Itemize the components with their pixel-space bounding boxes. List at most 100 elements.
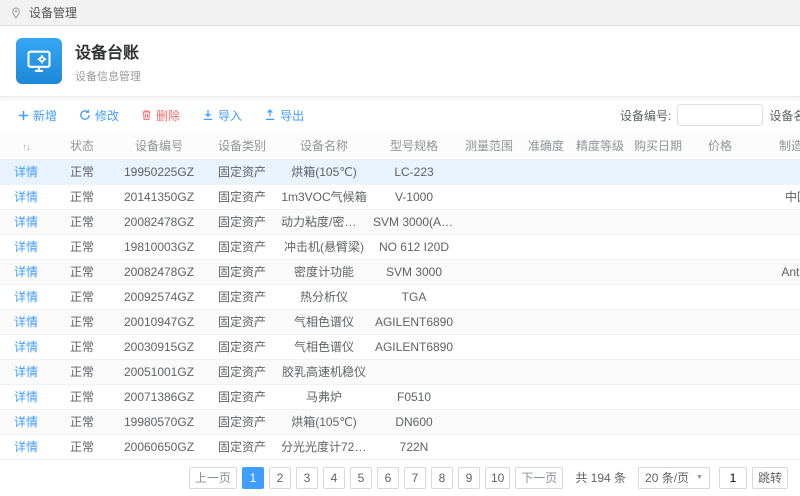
cell-grade xyxy=(572,284,628,309)
cell-manufacturer xyxy=(752,159,800,184)
cell-category: 固定资产 xyxy=(206,434,278,459)
cell-grade xyxy=(572,209,628,234)
cell-model: SVM 3000(ANTO... xyxy=(370,209,458,234)
sort-column-header[interactable]: ↑↓ xyxy=(0,133,52,159)
cell-manufacturer xyxy=(752,359,800,384)
cell-purchase_date xyxy=(628,359,688,384)
device-code-input[interactable] xyxy=(677,104,763,126)
detail-link[interactable]: 详情 xyxy=(14,415,38,429)
sort-icon[interactable]: ↑↓ xyxy=(22,142,30,153)
detail-link[interactable]: 详情 xyxy=(14,190,38,204)
cell-price xyxy=(688,409,752,434)
detail-cell: 详情 xyxy=(0,309,52,334)
column-header-5: 型号规格 xyxy=(370,133,458,159)
page-button-5[interactable]: 5 xyxy=(350,467,372,489)
cell-range xyxy=(458,434,520,459)
refresh-icon xyxy=(79,109,91,121)
cell-manufacturer xyxy=(752,409,800,434)
prev-page-button[interactable]: 上一页 xyxy=(189,467,237,489)
modify-button[interactable]: 修改 xyxy=(79,107,119,124)
cell-status: 正常 xyxy=(52,434,112,459)
page-button-8[interactable]: 8 xyxy=(431,467,453,489)
cell-code: 19810003GZ xyxy=(112,234,206,259)
column-header-4: 设备名称 xyxy=(278,133,370,159)
page-button-9[interactable]: 9 xyxy=(458,467,480,489)
page-title: 设备台账 xyxy=(75,39,141,63)
table-row[interactable]: 详情正常20030915GZ固定资产气相色谱仪AGILENT6890 xyxy=(0,334,800,359)
page-button-7[interactable]: 7 xyxy=(404,467,426,489)
page-subtitle: 设备信息管理 xyxy=(75,68,141,84)
cell-category: 固定资产 xyxy=(206,384,278,409)
cell-code: 20071386GZ xyxy=(112,384,206,409)
jump-page-input[interactable] xyxy=(719,467,747,489)
detail-cell: 详情 xyxy=(0,159,52,184)
cell-accuracy xyxy=(520,434,572,459)
import-button-label: 导入 xyxy=(218,107,242,124)
page-size-select[interactable]: 20 条/页 ▼ xyxy=(638,467,710,489)
cell-model: NO 612 I20D xyxy=(370,234,458,259)
page-button-1[interactable]: 1 xyxy=(242,467,264,489)
cell-range xyxy=(458,159,520,184)
detail-link[interactable]: 详情 xyxy=(14,240,38,254)
page-button-4[interactable]: 4 xyxy=(323,467,345,489)
detail-link[interactable]: 详情 xyxy=(14,265,38,279)
table-row[interactable]: 详情正常20051001GZ固定资产胶乳高速机稳仪 xyxy=(0,359,800,384)
column-header-10: 价格 xyxy=(688,133,752,159)
cell-price xyxy=(688,234,752,259)
cell-status: 正常 xyxy=(52,209,112,234)
delete-button[interactable]: 删除 xyxy=(141,107,180,124)
page-size-value: 20 条/页 xyxy=(645,469,689,486)
detail-cell: 详情 xyxy=(0,259,52,284)
detail-link[interactable]: 详情 xyxy=(14,290,38,304)
detail-link[interactable]: 详情 xyxy=(14,390,38,404)
module-icon xyxy=(16,38,62,84)
table-row[interactable]: 详情正常19980570GZ固定资产烘箱(105℃)DN600 xyxy=(0,409,800,434)
table-row[interactable]: 详情正常20092574GZ固定资产热分析仪TGA xyxy=(0,284,800,309)
cell-manufacturer xyxy=(752,209,800,234)
cell-status: 正常 xyxy=(52,409,112,434)
cell-status: 正常 xyxy=(52,309,112,334)
import-button[interactable]: 导入 xyxy=(202,107,242,124)
cell-accuracy xyxy=(520,284,572,309)
breadcrumb[interactable]: 设备管理 xyxy=(29,4,77,21)
detail-cell: 详情 xyxy=(0,409,52,434)
trash-icon xyxy=(141,109,152,121)
cell-category: 固定资产 xyxy=(206,159,278,184)
table-row[interactable]: 详情正常20141350GZ固定资产1m3VOC气候箱V-1000中国 xyxy=(0,184,800,209)
page-header: 设备台账 设备信息管理 xyxy=(0,26,800,97)
export-button-label: 导出 xyxy=(280,107,304,124)
cell-code: 20082478GZ xyxy=(112,209,206,234)
detail-link[interactable]: 详情 xyxy=(14,215,38,229)
table-row[interactable]: 详情正常20071386GZ固定资产马弗炉F0510 xyxy=(0,384,800,409)
cell-status: 正常 xyxy=(52,384,112,409)
detail-link[interactable]: 详情 xyxy=(14,440,38,454)
jump-button[interactable]: 跳转 xyxy=(752,467,788,489)
cell-price xyxy=(688,159,752,184)
cell-purchase_date xyxy=(628,209,688,234)
cell-grade xyxy=(572,159,628,184)
add-button[interactable]: 新增 xyxy=(18,107,57,124)
table-row[interactable]: 详情正常19950225GZ固定资产烘箱(105℃)LC-223 xyxy=(0,159,800,184)
detail-link[interactable]: 详情 xyxy=(14,315,38,329)
page-button-2[interactable]: 2 xyxy=(269,467,291,489)
export-button[interactable]: 导出 xyxy=(264,107,304,124)
table-row[interactable]: 详情正常20060650GZ固定资产分光光度计722N722N xyxy=(0,434,800,459)
cell-status: 正常 xyxy=(52,159,112,184)
cell-code: 20082478GZ xyxy=(112,259,206,284)
table-row[interactable]: 详情正常19810003GZ固定资产冲击机(悬臂梁)NO 612 I20D xyxy=(0,234,800,259)
cell-price xyxy=(688,384,752,409)
cell-accuracy xyxy=(520,384,572,409)
table-row[interactable]: 详情正常20082478GZ固定资产密度计功能SVM 3000Anton xyxy=(0,259,800,284)
table-row[interactable]: 详情正常20010947GZ固定资产气相色谱仪AGILENT6890 xyxy=(0,309,800,334)
table-row[interactable]: 详情正常20082478GZ固定资产动力粘度/密度/运...SVM 3000(A… xyxy=(0,209,800,234)
detail-link[interactable]: 详情 xyxy=(14,165,38,179)
next-page-button[interactable]: 下一页 xyxy=(515,467,563,489)
cell-model: LC-223 xyxy=(370,159,458,184)
page-button-3[interactable]: 3 xyxy=(296,467,318,489)
cell-status: 正常 xyxy=(52,284,112,309)
detail-link[interactable]: 详情 xyxy=(14,340,38,354)
page-button-6[interactable]: 6 xyxy=(377,467,399,489)
detail-link[interactable]: 详情 xyxy=(14,365,38,379)
page-button-10[interactable]: 10 xyxy=(485,467,510,489)
cell-name: 动力粘度/密度/运... xyxy=(278,209,370,234)
